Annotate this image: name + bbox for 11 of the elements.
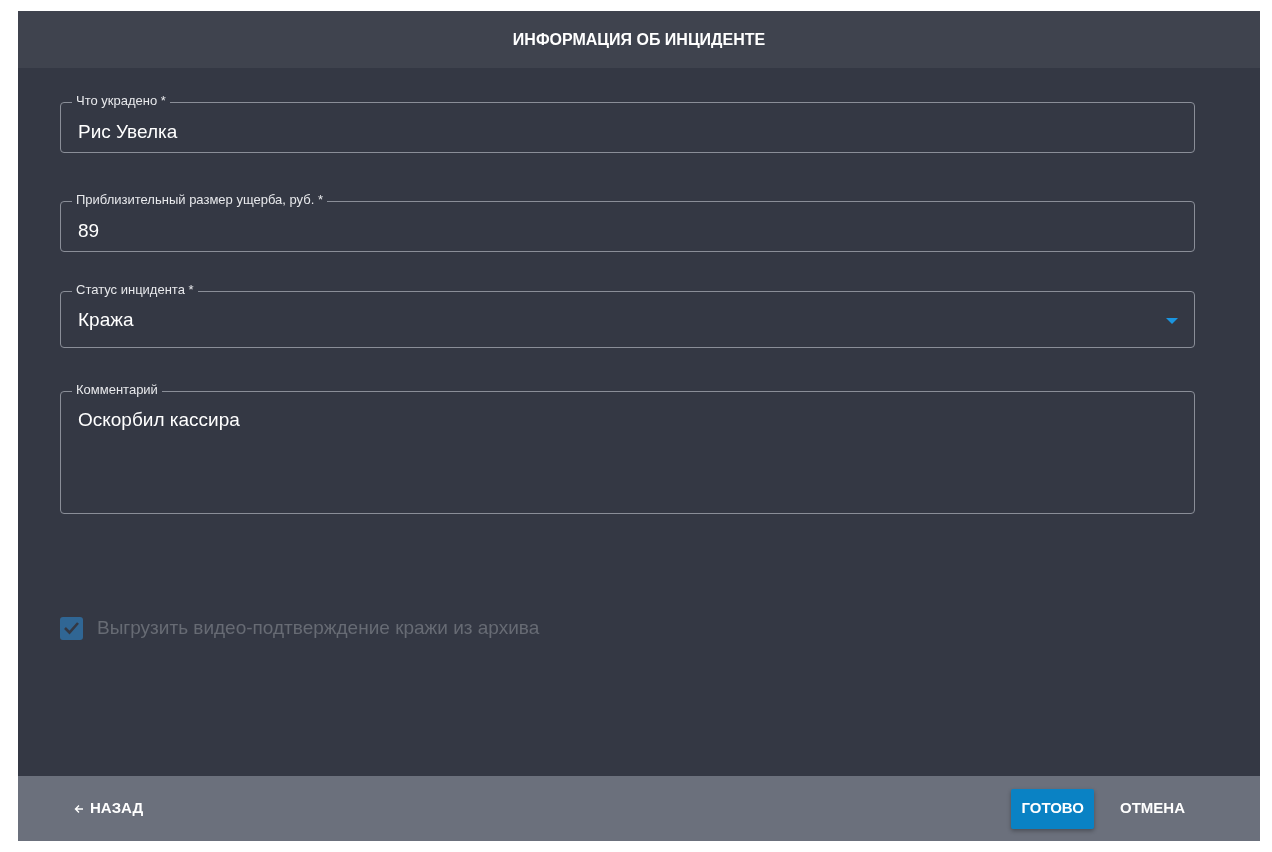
done-button[interactable]: ГОТОВО [1011, 788, 1094, 829]
field-label: Статус инцидента * [72, 282, 198, 298]
cancel-button[interactable]: ОТМЕНА [1110, 788, 1195, 829]
field-label: Комментарий [72, 382, 162, 398]
field-label: Приблизительный размер ущерба, руб. * [72, 192, 327, 208]
dialog-title: ИНФОРМАЦИЯ ОБ ИНЦИДЕНТЕ [512, 29, 766, 50]
caret-icon [1166, 317, 1178, 324]
field-label: Что украдено * [72, 93, 170, 109]
checkmark-icon [63, 621, 80, 636]
arrow-left-icon [74, 803, 84, 814]
back-button[interactable]: НАЗАД [70, 793, 148, 824]
